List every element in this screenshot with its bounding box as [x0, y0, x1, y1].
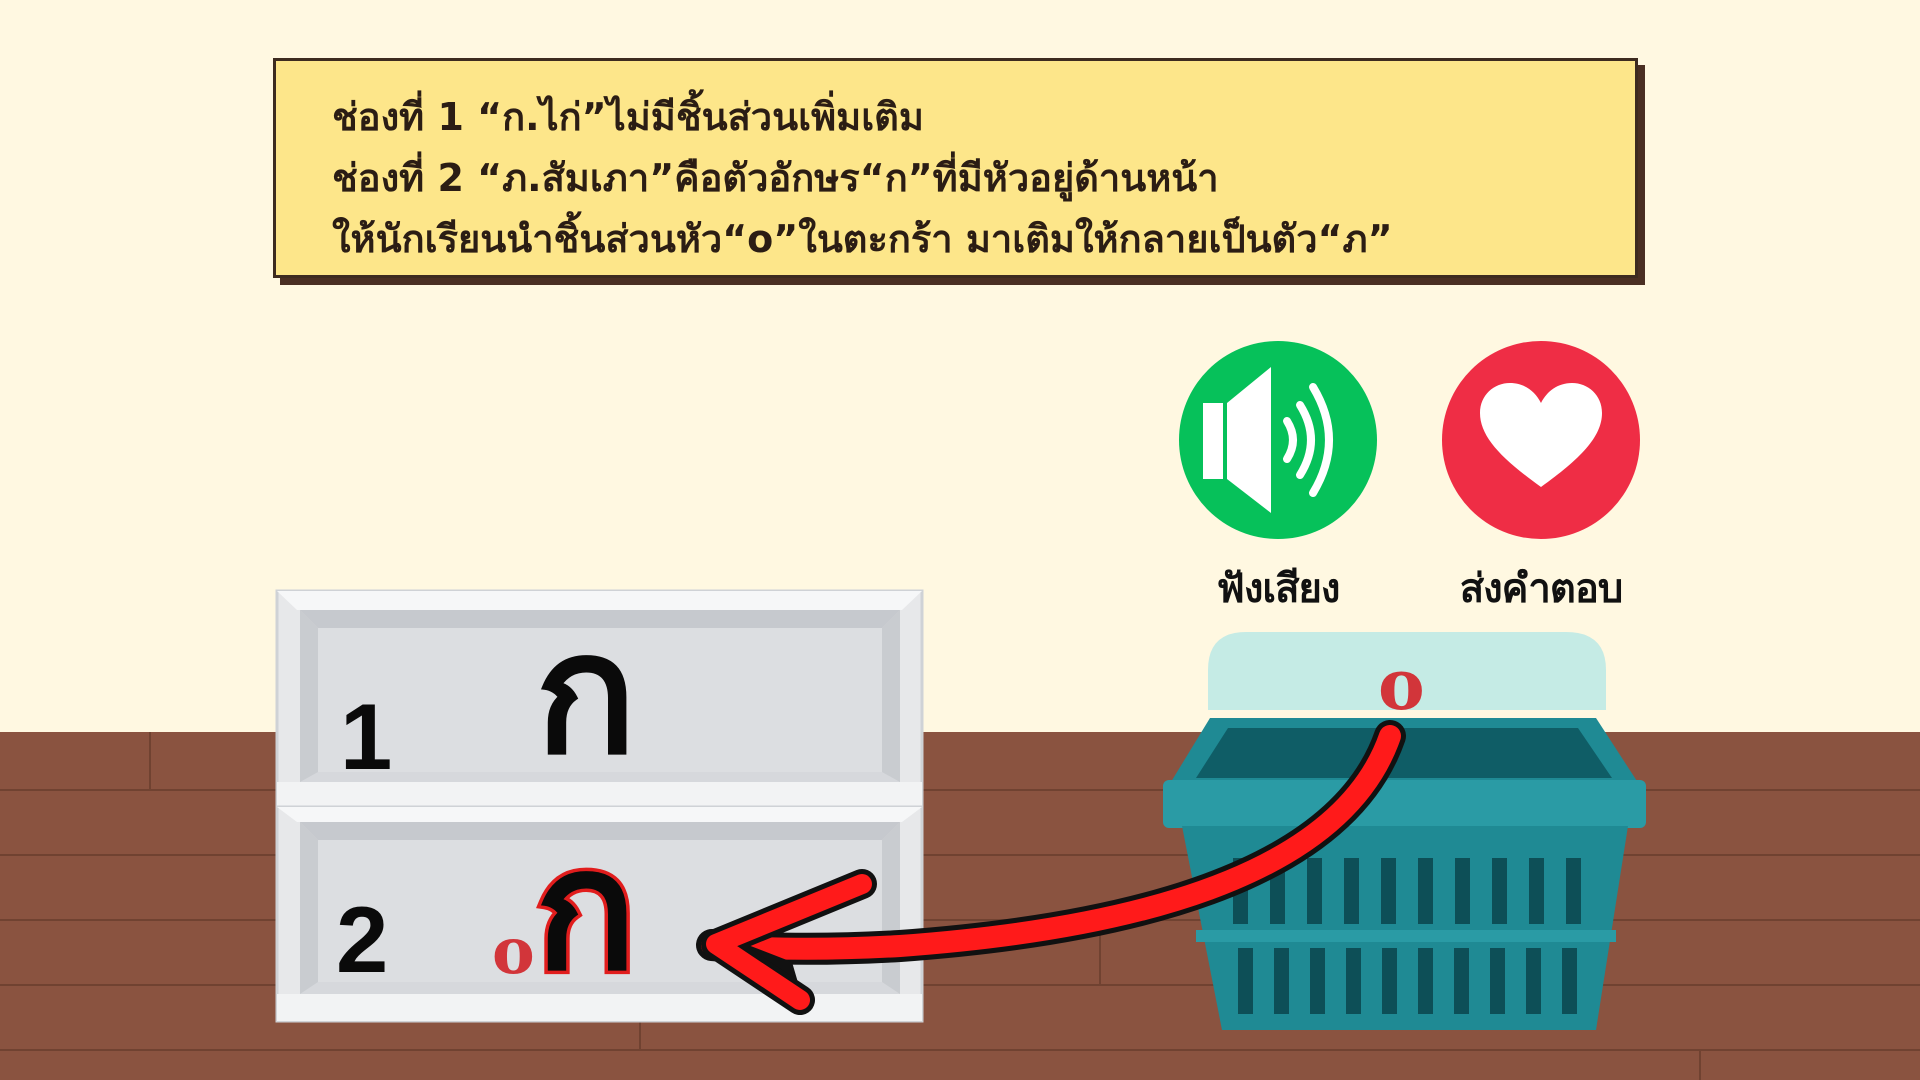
- game-scene: ช่องที่ 1 “ก.ไก่”ไม่มีชิ้นส่วนเพิ่มเติม …: [0, 0, 1920, 1080]
- curved-arrow-icon: [696, 720, 1406, 1015]
